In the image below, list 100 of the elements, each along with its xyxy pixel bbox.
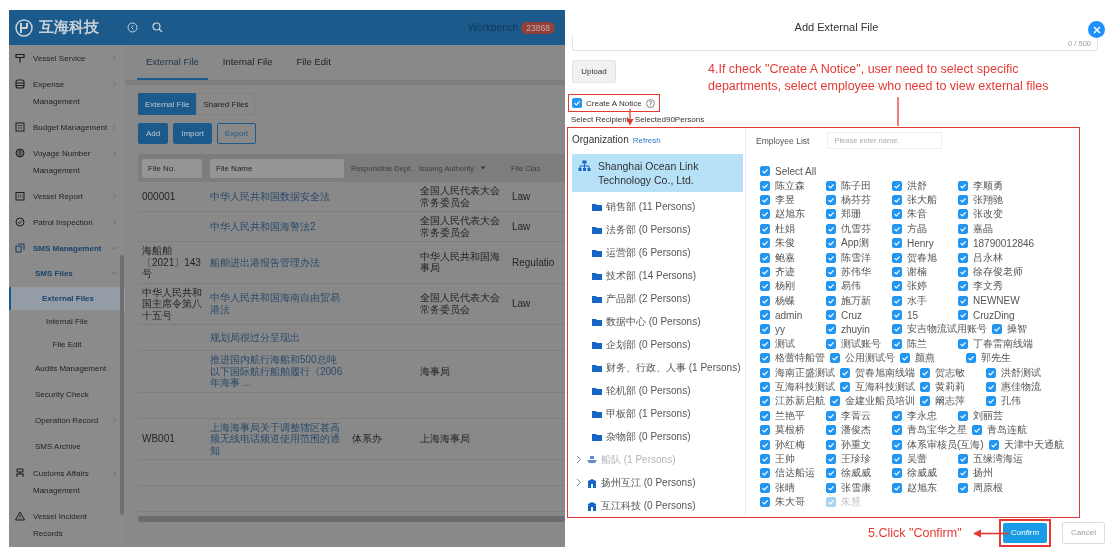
employee-name[interactable]: 张晴 [775, 480, 795, 495]
checkbox[interactable] [826, 223, 836, 234]
checkbox[interactable] [958, 238, 968, 249]
checkbox[interactable] [958, 252, 968, 263]
checkbox[interactable] [760, 238, 770, 249]
tab[interactable]: External File [137, 45, 208, 80]
employee-name[interactable]: 齐迹 [775, 264, 795, 279]
tree-node[interactable]: 扬州互江 (0 Persons) [572, 471, 743, 494]
checkbox[interactable] [958, 281, 968, 292]
employee-name[interactable]: 徐威威 [841, 466, 871, 481]
checkbox[interactable] [840, 367, 850, 378]
employee-name[interactable]: 洪舒 [907, 178, 927, 193]
employee-name[interactable]: admin [775, 309, 803, 321]
checkbox[interactable] [966, 353, 976, 364]
sidebar-item[interactable]: Customs Affairs Management [9, 460, 125, 503]
employee-name[interactable]: 朱俊 [775, 236, 795, 251]
employee-name[interactable]: 李菁云 [841, 408, 871, 423]
employee-name[interactable]: 徐存俊老师 [973, 264, 1023, 279]
tree-node[interactable]: 产品部 (2 Persons) [572, 287, 743, 310]
employee-name[interactable]: Cruz [841, 309, 863, 321]
checkbox[interactable] [892, 194, 902, 205]
checkbox[interactable] [892, 410, 902, 421]
checkbox[interactable] [826, 295, 836, 306]
checkbox[interactable] [958, 338, 968, 349]
employee-name[interactable]: 金建业船员培训 [845, 394, 915, 409]
employee-name[interactable]: 鲍嘉 [775, 250, 795, 265]
checkbox[interactable] [826, 439, 836, 450]
checkbox[interactable] [892, 281, 902, 292]
checkbox[interactable] [760, 382, 770, 393]
employee-name[interactable]: 互海科技测试 [855, 380, 915, 395]
employee-name[interactable]: 孙重文 [841, 437, 871, 452]
checkbox[interactable] [760, 482, 770, 493]
employee-name[interactable]: 扬州 [973, 466, 993, 481]
checkbox[interactable] [892, 266, 902, 277]
checkbox[interactable] [892, 310, 902, 321]
employee-name[interactable]: 五缘湾海运 [973, 452, 1023, 466]
checkbox[interactable] [826, 338, 836, 349]
employee-name[interactable]: 赵旭东 [775, 207, 805, 222]
tab[interactable]: Internal File [213, 45, 282, 80]
checkbox[interactable] [892, 482, 902, 493]
checkbox[interactable] [826, 281, 836, 292]
tree-node[interactable]: 法务部 (0 Persons) [572, 218, 743, 241]
checkbox[interactable] [826, 238, 836, 249]
employee-name[interactable]: 洪舒测试 [1001, 365, 1041, 380]
employee-name[interactable]: 张雪康 [841, 480, 871, 495]
checkbox[interactable] [892, 439, 902, 450]
checkbox[interactable] [892, 425, 902, 436]
employee-name[interactable]: 张婷 [907, 279, 927, 294]
employee-name[interactable]: 孔伟 [1001, 394, 1021, 409]
employee-name[interactable]: App测 [841, 236, 869, 251]
checkbox[interactable] [760, 166, 770, 177]
checkbox[interactable] [920, 396, 930, 407]
checkbox[interactable] [892, 468, 902, 479]
employee-name[interactable]: 郭先生 [981, 351, 1011, 366]
employee-name[interactable]: 仇雪芬 [841, 221, 871, 236]
employee-name[interactable]: 张大船 [907, 192, 937, 207]
employee-name[interactable]: 丁春雷南线端 [973, 336, 1033, 351]
refresh-link[interactable]: Refresh [632, 136, 661, 145]
sidebar-item[interactable]: Vessel Report [9, 183, 125, 209]
employee-name[interactable]: 惠佳物流 [1001, 380, 1041, 395]
employee-name[interactable]: 15 [907, 309, 919, 321]
checkbox[interactable] [826, 324, 836, 335]
employee-name[interactable]: 水手 [907, 293, 927, 308]
employee-name[interactable]: 施万新 [841, 293, 871, 308]
scrollbar[interactable] [138, 516, 565, 522]
employee-name[interactable]: 徐威威 [907, 466, 937, 481]
checkbox[interactable] [892, 338, 902, 349]
employee-name[interactable]: 黄莉莉 [935, 380, 965, 395]
employee-name[interactable]: CruzDing [973, 309, 1015, 321]
checkbox[interactable] [826, 252, 836, 263]
checkbox[interactable] [920, 367, 930, 378]
checkbox[interactable] [958, 266, 968, 277]
checkbox[interactable] [760, 353, 770, 364]
checkbox[interactable] [830, 353, 840, 364]
tab[interactable]: File Edit [287, 45, 340, 80]
checkbox[interactable] [760, 180, 770, 191]
employee-name[interactable]: 天津中天通航 [1003, 437, 1064, 452]
tree-node[interactable]: 财务、行政、人事 (1 Persons) [572, 356, 743, 379]
checkbox[interactable] [830, 396, 840, 407]
checkbox[interactable] [958, 310, 968, 321]
checkbox[interactable] [840, 382, 850, 393]
checkbox[interactable] [826, 454, 836, 464]
employee-name[interactable]: 测试账号 [841, 336, 881, 351]
checkbox[interactable] [826, 425, 836, 436]
checkbox[interactable] [826, 482, 836, 493]
checkbox[interactable] [760, 266, 770, 277]
checkbox[interactable] [826, 410, 836, 421]
checkbox[interactable] [760, 324, 770, 335]
checkbox-label[interactable]: Create A Notice [586, 98, 642, 108]
tree-node[interactable]: 技术部 (14 Persons) [572, 264, 743, 287]
employee-name[interactable]: 易伟 [841, 279, 861, 294]
checkbox[interactable] [958, 482, 968, 493]
sidebar-item[interactable]: Audits Management [9, 356, 125, 382]
checkbox[interactable] [892, 180, 902, 191]
checkbox[interactable] [892, 209, 902, 220]
employee-name[interactable]: 信达船运 [775, 466, 815, 481]
sidebar-item[interactable]: Operation Record [9, 408, 125, 434]
sidebar-item[interactable]: Vessel Service [9, 45, 125, 71]
employee-name[interactable]: 杨蝶 [775, 293, 795, 308]
tab[interactable]: Shared Files [196, 93, 256, 115]
